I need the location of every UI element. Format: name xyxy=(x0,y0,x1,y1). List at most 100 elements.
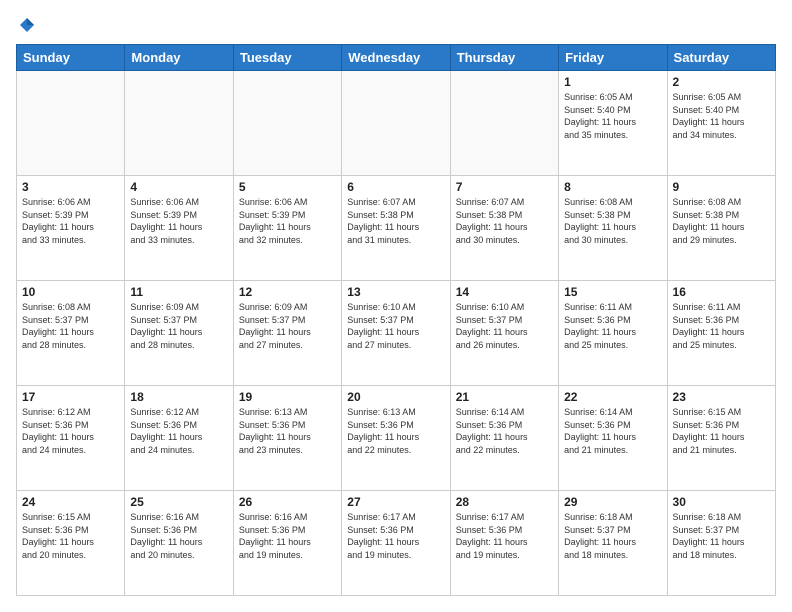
calendar-cell xyxy=(233,71,341,176)
logo-icon xyxy=(18,16,36,34)
day-number: 19 xyxy=(239,390,336,404)
day-info: Sunrise: 6:12 AM Sunset: 5:36 PM Dayligh… xyxy=(130,406,227,456)
day-info: Sunrise: 6:06 AM Sunset: 5:39 PM Dayligh… xyxy=(239,196,336,246)
calendar-cell: 6 Sunrise: 6:07 AM Sunset: 5:38 PM Daylig… xyxy=(342,176,450,281)
calendar-cell: 27 Sunrise: 6:17 AM Sunset: 5:36 PM Dayli… xyxy=(342,491,450,596)
day-info: Sunrise: 6:16 AM Sunset: 5:36 PM Dayligh… xyxy=(130,511,227,561)
header xyxy=(16,16,776,34)
calendar-header-row: SundayMondayTuesdayWednesdayThursdayFrid… xyxy=(17,45,776,71)
day-info: Sunrise: 6:10 AM Sunset: 5:37 PM Dayligh… xyxy=(456,301,553,351)
day-info: Sunrise: 6:13 AM Sunset: 5:36 PM Dayligh… xyxy=(347,406,444,456)
calendar-cell: 21 Sunrise: 6:14 AM Sunset: 5:36 PM Dayli… xyxy=(450,386,558,491)
calendar-cell: 19 Sunrise: 6:13 AM Sunset: 5:36 PM Dayli… xyxy=(233,386,341,491)
weekday-header-sunday: Sunday xyxy=(17,45,125,71)
day-number: 22 xyxy=(564,390,661,404)
calendar-week-row: 3 Sunrise: 6:06 AM Sunset: 5:39 PM Daylig… xyxy=(17,176,776,281)
calendar-cell: 4 Sunrise: 6:06 AM Sunset: 5:39 PM Daylig… xyxy=(125,176,233,281)
calendar-cell xyxy=(450,71,558,176)
day-number: 13 xyxy=(347,285,444,299)
calendar-cell: 10 Sunrise: 6:08 AM Sunset: 5:37 PM Dayli… xyxy=(17,281,125,386)
day-info: Sunrise: 6:18 AM Sunset: 5:37 PM Dayligh… xyxy=(673,511,770,561)
day-info: Sunrise: 6:11 AM Sunset: 5:36 PM Dayligh… xyxy=(564,301,661,351)
calendar-cell: 15 Sunrise: 6:11 AM Sunset: 5:36 PM Dayli… xyxy=(559,281,667,386)
day-number: 2 xyxy=(673,75,770,89)
day-number: 21 xyxy=(456,390,553,404)
day-info: Sunrise: 6:07 AM Sunset: 5:38 PM Dayligh… xyxy=(347,196,444,246)
day-info: Sunrise: 6:17 AM Sunset: 5:36 PM Dayligh… xyxy=(347,511,444,561)
calendar-cell: 20 Sunrise: 6:13 AM Sunset: 5:36 PM Dayli… xyxy=(342,386,450,491)
day-info: Sunrise: 6:08 AM Sunset: 5:37 PM Dayligh… xyxy=(22,301,119,351)
calendar-cell: 22 Sunrise: 6:14 AM Sunset: 5:36 PM Dayli… xyxy=(559,386,667,491)
calendar-cell: 9 Sunrise: 6:08 AM Sunset: 5:38 PM Daylig… xyxy=(667,176,775,281)
calendar-cell: 1Sunrise: 6:05 AM Sunset: 5:40 PM Daylig… xyxy=(559,71,667,176)
calendar-week-row: 24Sunrise: 6:15 AM Sunset: 5:36 PM Dayli… xyxy=(17,491,776,596)
day-info: Sunrise: 6:13 AM Sunset: 5:36 PM Dayligh… xyxy=(239,406,336,456)
day-info: Sunrise: 6:14 AM Sunset: 5:36 PM Dayligh… xyxy=(456,406,553,456)
weekday-header-monday: Monday xyxy=(125,45,233,71)
calendar-cell: 24Sunrise: 6:15 AM Sunset: 5:36 PM Dayli… xyxy=(17,491,125,596)
day-number: 14 xyxy=(456,285,553,299)
day-info: Sunrise: 6:05 AM Sunset: 5:40 PM Dayligh… xyxy=(673,91,770,141)
day-number: 25 xyxy=(130,495,227,509)
day-info: Sunrise: 6:12 AM Sunset: 5:36 PM Dayligh… xyxy=(22,406,119,456)
day-number: 29 xyxy=(564,495,661,509)
day-info: Sunrise: 6:17 AM Sunset: 5:36 PM Dayligh… xyxy=(456,511,553,561)
calendar-cell xyxy=(17,71,125,176)
calendar-cell: 25 Sunrise: 6:16 AM Sunset: 5:36 PM Dayli… xyxy=(125,491,233,596)
day-number: 28 xyxy=(456,495,553,509)
day-info: Sunrise: 6:06 AM Sunset: 5:39 PM Dayligh… xyxy=(130,196,227,246)
weekday-header-tuesday: Tuesday xyxy=(233,45,341,71)
weekday-header-saturday: Saturday xyxy=(667,45,775,71)
calendar-cell: 2 Sunrise: 6:05 AM Sunset: 5:40 PM Daylig… xyxy=(667,71,775,176)
calendar-cell: 28 Sunrise: 6:17 AM Sunset: 5:36 PM Dayli… xyxy=(450,491,558,596)
day-number: 3 xyxy=(22,180,119,194)
calendar-cell: 14 Sunrise: 6:10 AM Sunset: 5:37 PM Dayli… xyxy=(450,281,558,386)
page: SundayMondayTuesdayWednesdayThursdayFrid… xyxy=(0,0,792,612)
calendar-cell xyxy=(125,71,233,176)
day-info: Sunrise: 6:09 AM Sunset: 5:37 PM Dayligh… xyxy=(239,301,336,351)
day-number: 12 xyxy=(239,285,336,299)
calendar-cell: 5Sunrise: 6:06 AM Sunset: 5:39 PM Daylig… xyxy=(233,176,341,281)
calendar-week-row: 10 Sunrise: 6:08 AM Sunset: 5:37 PM Dayli… xyxy=(17,281,776,386)
day-number: 26 xyxy=(239,495,336,509)
day-info: Sunrise: 6:11 AM Sunset: 5:36 PM Dayligh… xyxy=(673,301,770,351)
day-info: Sunrise: 6:06 AM Sunset: 5:39 PM Dayligh… xyxy=(22,196,119,246)
day-number: 8 xyxy=(564,180,661,194)
calendar-cell: 29 Sunrise: 6:18 AM Sunset: 5:37 PM Dayli… xyxy=(559,491,667,596)
day-number: 27 xyxy=(347,495,444,509)
day-number: 30 xyxy=(673,495,770,509)
day-info: Sunrise: 6:14 AM Sunset: 5:36 PM Dayligh… xyxy=(564,406,661,456)
day-number: 15 xyxy=(564,285,661,299)
day-info: Sunrise: 6:15 AM Sunset: 5:36 PM Dayligh… xyxy=(22,511,119,561)
calendar-cell: 8 Sunrise: 6:08 AM Sunset: 5:38 PM Daylig… xyxy=(559,176,667,281)
day-number: 6 xyxy=(347,180,444,194)
day-number: 17 xyxy=(22,390,119,404)
calendar-cell: 13 Sunrise: 6:10 AM Sunset: 5:37 PM Dayli… xyxy=(342,281,450,386)
day-number: 10 xyxy=(22,285,119,299)
day-info: Sunrise: 6:08 AM Sunset: 5:38 PM Dayligh… xyxy=(673,196,770,246)
calendar-table: SundayMondayTuesdayWednesdayThursdayFrid… xyxy=(16,44,776,596)
day-number: 4 xyxy=(130,180,227,194)
day-info: Sunrise: 6:07 AM Sunset: 5:38 PM Dayligh… xyxy=(456,196,553,246)
day-number: 20 xyxy=(347,390,444,404)
day-number: 23 xyxy=(673,390,770,404)
logo xyxy=(16,16,36,34)
day-info: Sunrise: 6:16 AM Sunset: 5:36 PM Dayligh… xyxy=(239,511,336,561)
calendar-week-row: 1Sunrise: 6:05 AM Sunset: 5:40 PM Daylig… xyxy=(17,71,776,176)
day-info: Sunrise: 6:08 AM Sunset: 5:38 PM Dayligh… xyxy=(564,196,661,246)
day-info: Sunrise: 6:09 AM Sunset: 5:37 PM Dayligh… xyxy=(130,301,227,351)
weekday-header-wednesday: Wednesday xyxy=(342,45,450,71)
day-info: Sunrise: 6:05 AM Sunset: 5:40 PM Dayligh… xyxy=(564,91,661,141)
day-info: Sunrise: 6:18 AM Sunset: 5:37 PM Dayligh… xyxy=(564,511,661,561)
day-number: 9 xyxy=(673,180,770,194)
day-info: Sunrise: 6:10 AM Sunset: 5:37 PM Dayligh… xyxy=(347,301,444,351)
calendar-cell: 17 Sunrise: 6:12 AM Sunset: 5:36 PM Dayli… xyxy=(17,386,125,491)
calendar-week-row: 17 Sunrise: 6:12 AM Sunset: 5:36 PM Dayli… xyxy=(17,386,776,491)
calendar-cell: 30 Sunrise: 6:18 AM Sunset: 5:37 PM Dayli… xyxy=(667,491,775,596)
calendar-cell: 26 Sunrise: 6:16 AM Sunset: 5:36 PM Dayli… xyxy=(233,491,341,596)
calendar-cell: 23Sunrise: 6:15 AM Sunset: 5:36 PM Dayli… xyxy=(667,386,775,491)
calendar-cell xyxy=(342,71,450,176)
calendar-cell: 12 Sunrise: 6:09 AM Sunset: 5:37 PM Dayli… xyxy=(233,281,341,386)
day-number: 16 xyxy=(673,285,770,299)
calendar-cell: 3 Sunrise: 6:06 AM Sunset: 5:39 PM Daylig… xyxy=(17,176,125,281)
